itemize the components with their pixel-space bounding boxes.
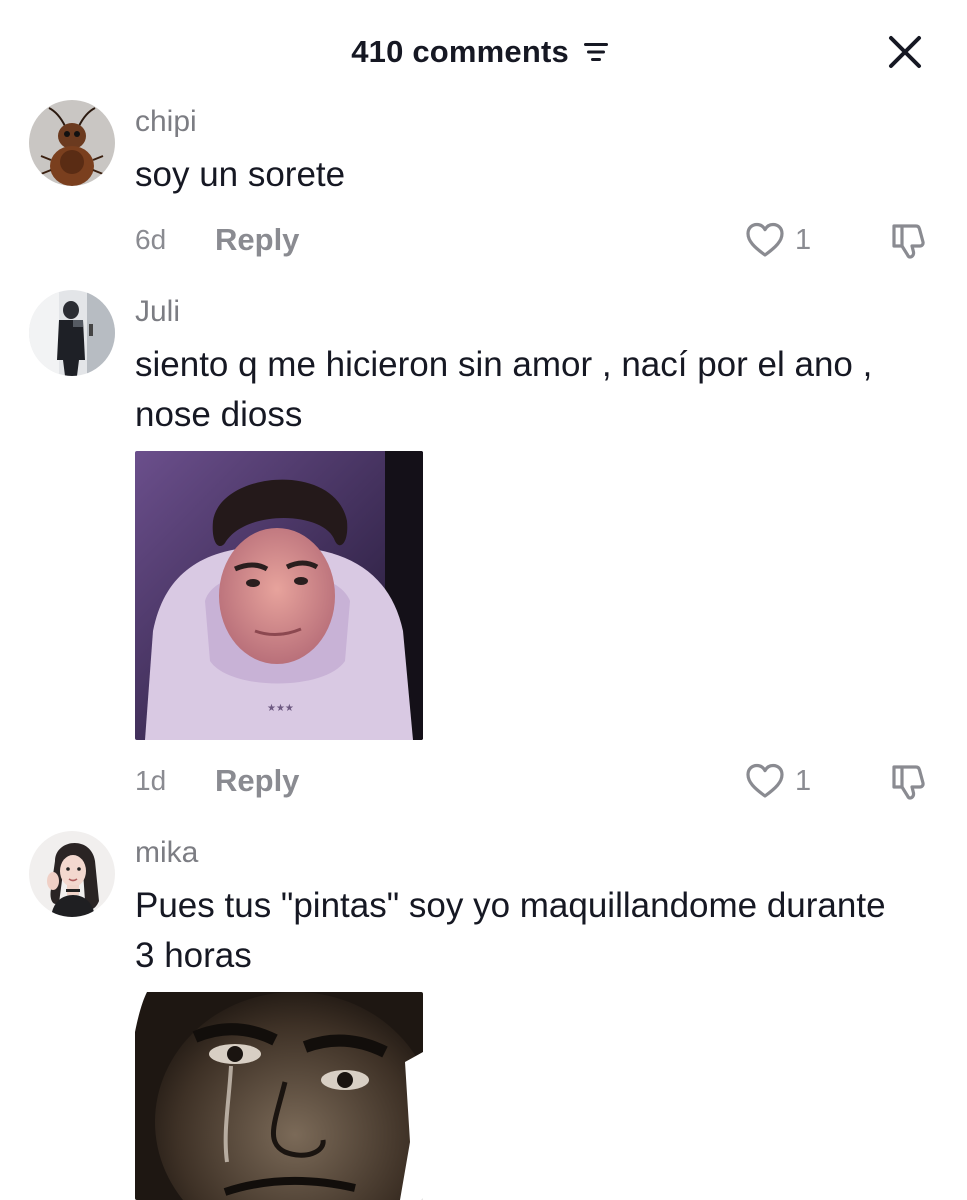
thumbs-down-icon[interactable]	[888, 761, 930, 801]
comments-title: 410 comments	[0, 30, 967, 72]
user-avatar[interactable]	[29, 831, 115, 917]
like-count: 1	[795, 765, 812, 797]
comment-image[interactable]	[135, 992, 423, 1200]
comment-username[interactable]: Juli	[135, 294, 180, 330]
comment-actions: 6d Reply 1	[0, 220, 967, 260]
thumbs-down-icon[interactable]	[888, 220, 930, 260]
user-avatar[interactable]	[29, 290, 115, 376]
svg-text:★★★: ★★★	[267, 703, 294, 714]
comment-username[interactable]: mika	[135, 835, 198, 871]
reply-button[interactable]: Reply	[215, 761, 299, 801]
comment-text: soy un sorete	[135, 155, 346, 194]
user-avatar[interactable]	[29, 100, 115, 186]
close-icon[interactable]	[886, 33, 924, 71]
comment-timestamp: 1d	[135, 765, 167, 796]
reply-button[interactable]: Reply	[215, 220, 299, 260]
comment-count-label: 410 comments	[351, 33, 569, 69]
comment-text: siento q me hicieron sin amor , nací por…	[135, 345, 873, 434]
comment-actions: 1d Reply 1	[0, 761, 967, 801]
comment-text: Pues tus "pintas" soy yo maquillandome d…	[135, 886, 886, 975]
sort-icon[interactable]	[583, 41, 609, 63]
comment-timestamp: 6d	[135, 224, 167, 255]
like-count: 1	[795, 224, 812, 256]
heart-icon[interactable]	[744, 220, 786, 260]
comment-username[interactable]: chipi	[135, 104, 197, 140]
comment-image[interactable]: ★★★	[135, 451, 423, 740]
comments-header: 410 comments	[0, 0, 967, 100]
heart-icon[interactable]	[744, 761, 786, 801]
